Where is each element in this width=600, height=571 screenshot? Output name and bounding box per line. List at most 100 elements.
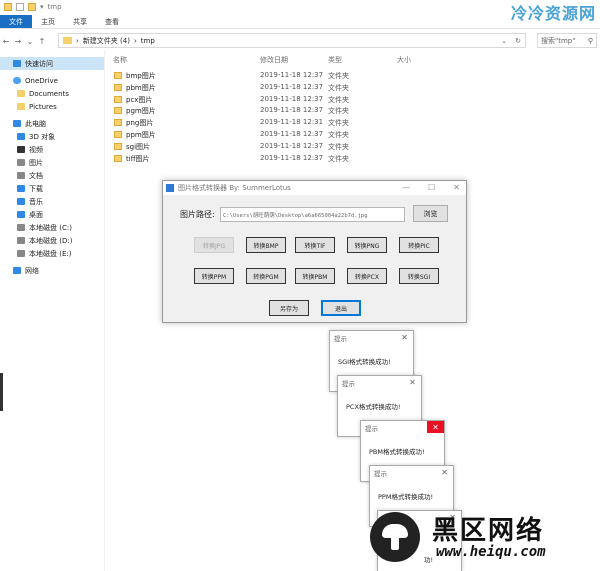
back-arrow-icon[interactable]: ← (0, 37, 12, 46)
message-text: PPM格式转换成功! (378, 493, 434, 501)
recent-dropdown-icon[interactable]: ⌄ (24, 37, 36, 46)
tab-share[interactable]: 共享 (64, 15, 96, 28)
sidebar-item-label: 下载 (29, 184, 43, 193)
file-row[interactable]: pgm图片 2019-11-18 12:37 文件夹 (104, 105, 434, 117)
close-icon[interactable]: ✕ (453, 183, 460, 192)
watermark-url: www.heiqu.com (436, 544, 546, 560)
file-name: tiff图片 (126, 154, 150, 163)
address-dropdown-icon[interactable]: ⌄ (501, 37, 507, 45)
properties-icon[interactable] (16, 3, 24, 11)
file-row[interactable]: png图片 2019-11-18 12:31 文件夹 (104, 117, 434, 129)
convert-pic-button[interactable]: 转换PIC (399, 237, 439, 253)
convert-pcx-button[interactable]: 转换PCX (347, 268, 387, 284)
search-box[interactable]: 搜索"tmp" ⚲ (537, 33, 597, 48)
close-icon[interactable]: ✕ (436, 466, 453, 478)
file-name: pbm图片 (126, 83, 156, 92)
file-row[interactable]: pbm图片 2019-11-18 12:37 文件夹 (104, 82, 434, 94)
file-date: 2019-11-18 12:37 (260, 141, 324, 150)
breadcrumb-current[interactable]: tmp (141, 37, 155, 45)
file-row[interactable]: tiff图片 2019-11-18 12:37 文件夹 (104, 153, 434, 165)
quick-access-dropdown-icon[interactable]: ▾ (40, 3, 44, 11)
chevron-right-icon[interactable]: › (134, 37, 137, 45)
sidebar-item-downloads[interactable]: 下载 (0, 182, 104, 195)
exit-button[interactable]: 退出 (321, 300, 361, 316)
message-title: 提示 (365, 424, 378, 433)
chevron-right-icon[interactable]: › (76, 37, 79, 45)
sidebar-item-music[interactable]: 音乐 (0, 195, 104, 208)
column-header-date[interactable]: 修改日期 (260, 55, 288, 65)
sidebar-item-label: 图片 (29, 158, 43, 167)
column-header-size[interactable]: 大小 (397, 55, 411, 65)
refresh-icon[interactable]: ↻ (515, 37, 521, 45)
music-icon (17, 198, 25, 205)
file-row[interactable]: pcx图片 2019-11-18 12:37 文件夹 (104, 94, 434, 106)
sidebar-item-drive-c[interactable]: 本地磁盘 (C:) (0, 221, 104, 234)
convert-sgi-button[interactable]: 转换SGI (399, 268, 439, 284)
breadcrumb-parent[interactable]: 新建文件夹 (4) (83, 36, 130, 46)
sidebar-item-pictures-lib[interactable]: 图片 (0, 156, 104, 169)
sidebar-item-label: 音乐 (29, 197, 43, 206)
sidebar-item-quick-access[interactable]: 快速访问 (0, 57, 104, 70)
convert-ppm-button[interactable]: 转换PPM (194, 268, 234, 284)
convert-tif-button[interactable]: 转换TIF (295, 237, 335, 253)
tab-view[interactable]: 查看 (96, 15, 128, 28)
minimize-icon[interactable]: — (402, 183, 410, 192)
sidebar-item-pictures[interactable]: Pictures (0, 100, 104, 113)
desktop-icon (17, 211, 25, 218)
app-icon (166, 184, 174, 192)
tab-home[interactable]: 主页 (32, 15, 64, 28)
window-edge (0, 373, 3, 411)
sidebar-item-videos[interactable]: 视频 (0, 143, 104, 156)
tab-file[interactable]: 文件 (0, 15, 32, 28)
convert-jpg-button[interactable]: 转换JPG (194, 237, 234, 253)
sidebar-item-label: Documents (29, 89, 69, 98)
file-type: 文件夹 (328, 95, 349, 104)
file-row[interactable]: sgi图片 2019-11-18 12:37 文件夹 (104, 141, 434, 153)
close-icon[interactable]: ✕ (427, 421, 444, 433)
sidebar-item-docs-lib[interactable]: 文档 (0, 169, 104, 182)
computer-icon (13, 120, 21, 127)
column-header-name[interactable]: 名称 (113, 55, 127, 65)
new-folder-icon[interactable] (28, 3, 36, 11)
sidebar-item-this-pc[interactable]: 此电脑 (0, 117, 104, 130)
file-date: 2019-11-18 12:37 (260, 94, 324, 103)
convert-png-button[interactable]: 转换PNG (347, 237, 387, 253)
sidebar-item-drive-e[interactable]: 本地磁盘 (E:) (0, 247, 104, 260)
path-row: 图片路径: C:\Users\胡旺荫荫\Desktop\a6a665004a22… (180, 207, 405, 222)
close-icon[interactable]: ✕ (404, 376, 421, 388)
message-title: 提示 (374, 469, 387, 478)
close-icon[interactable]: ✕ (396, 331, 413, 343)
sidebar-item-3d-objects[interactable]: 3D 对象 (0, 130, 104, 143)
save-as-button[interactable]: 另存为 (269, 300, 309, 316)
forward-arrow-icon[interactable]: → (12, 37, 24, 46)
folder-icon (17, 103, 25, 110)
column-header-type[interactable]: 类型 (328, 55, 342, 65)
file-type: 文件夹 (328, 72, 349, 80)
convert-pbm-button[interactable]: 转换PBM (295, 268, 335, 284)
address-bar[interactable]: › 新建文件夹 (4) › tmp ⌄ ↻ (58, 33, 526, 48)
path-input[interactable]: C:\Users\胡旺荫荫\Desktop\a6a665004a22b7d.jp… (220, 207, 405, 222)
file-name: bmp图片 (126, 72, 156, 80)
sidebar-item-drive-d[interactable]: 本地磁盘 (D:) (0, 234, 104, 247)
file-row[interactable]: bmp图片 2019-11-18 12:37 文件夹 (104, 70, 434, 82)
up-arrow-icon[interactable]: ↑ (36, 37, 48, 46)
sidebar-item-desktop[interactable]: 桌面 (0, 208, 104, 221)
sidebar-item-onedrive[interactable]: OneDrive (0, 74, 104, 87)
sidebar-item-label: 网络 (25, 266, 39, 275)
sidebar-item-network[interactable]: 网络 (0, 264, 104, 277)
file-row[interactable]: ppm图片 2019-11-18 12:37 文件夹 (104, 129, 434, 141)
convert-bmp-button[interactable]: 转换BMP (246, 237, 286, 253)
maximize-icon[interactable]: ☐ (428, 183, 435, 192)
search-icon[interactable]: ⚲ (588, 37, 593, 45)
window-title: tmp (47, 3, 62, 11)
search-placeholder: 搜索"tmp" (541, 36, 576, 45)
convert-pgm-button[interactable]: 转换PGM (246, 268, 286, 284)
browse-button[interactable]: 浏览 (413, 205, 448, 222)
sidebar-item-label: 本地磁盘 (E:) (29, 249, 72, 258)
file-name: sgi图片 (126, 142, 151, 151)
sidebar-item-documents[interactable]: Documents (0, 87, 104, 100)
message-title: 提示 (334, 334, 347, 343)
file-date: 2019-11-18 12:37 (260, 82, 324, 91)
converter-title-bar[interactable]: 图片格式转换器 By: SummerLotus — ☐ ✕ (163, 181, 466, 195)
navigation-pane: 快速访问 OneDrive Documents Pictures 此电脑 3D … (0, 57, 104, 571)
